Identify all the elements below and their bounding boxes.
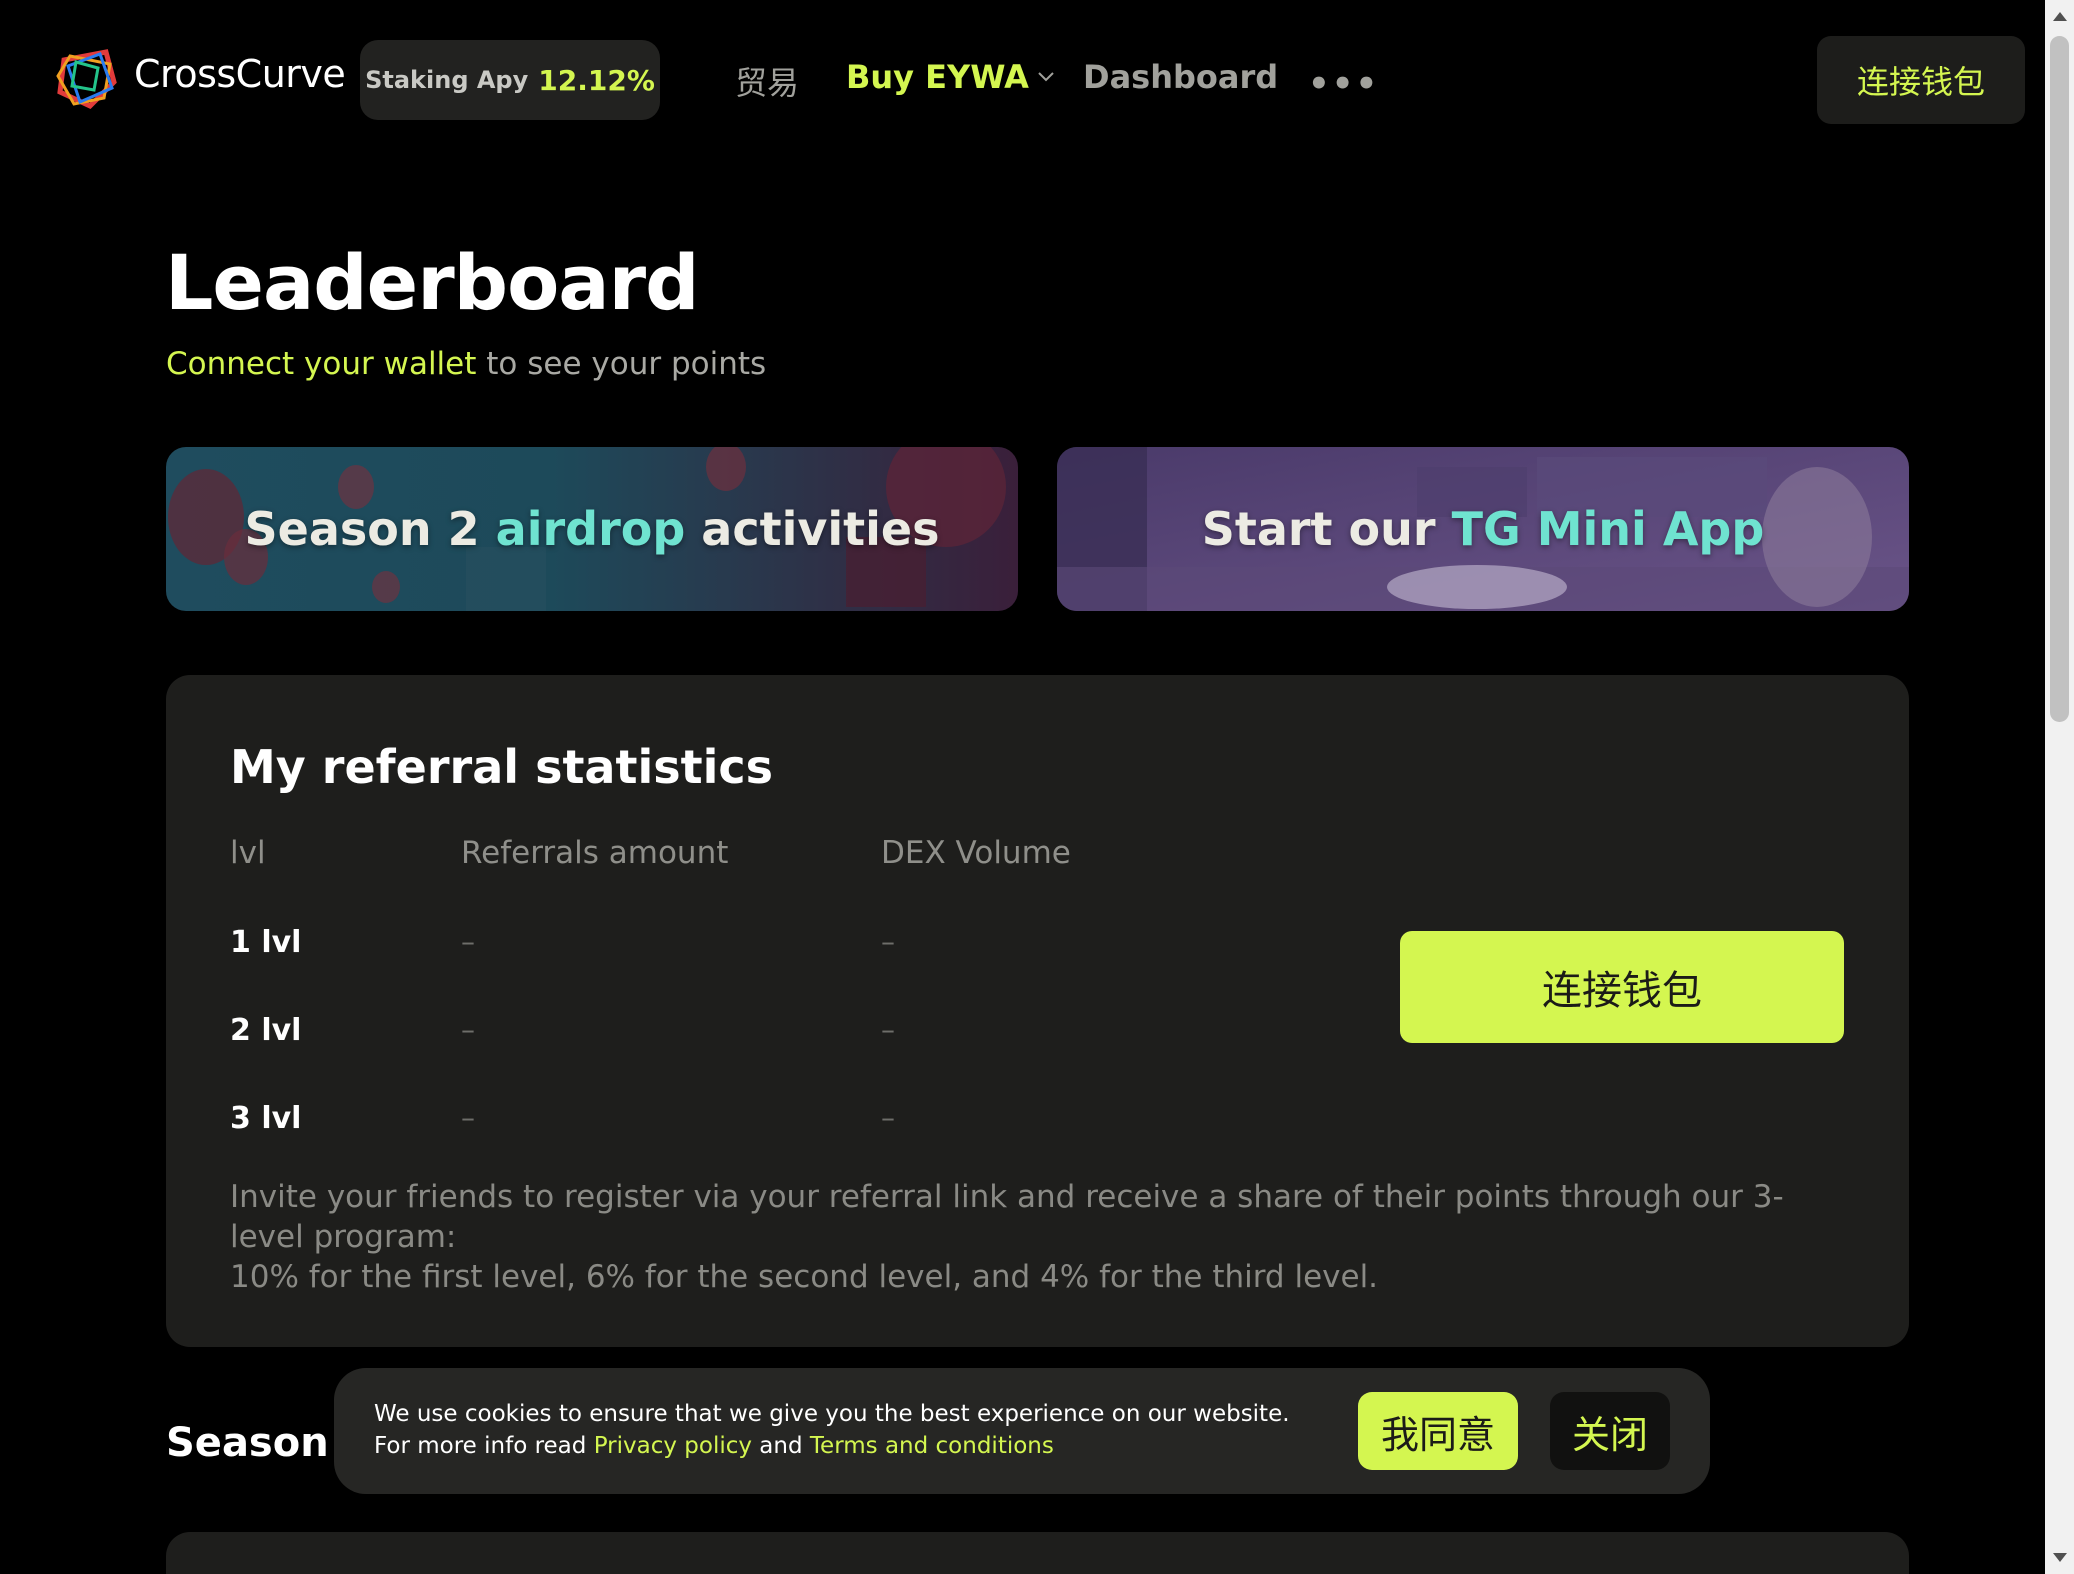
airdrop-banner-prefix: Season 2 — [244, 502, 496, 556]
column-header-dex-volume: DEX Volume — [881, 835, 1071, 871]
referral-description-line-2: 10% for the first level, 6% for the seco… — [230, 1259, 1379, 1295]
page-title: Leaderboard — [165, 238, 699, 327]
level-1-referrals: – — [461, 925, 475, 958]
level-2-volume: – — [881, 1013, 895, 1046]
airdrop-banner-accent: airdrop — [495, 502, 686, 556]
level-3-referrals: – — [461, 1101, 475, 1134]
scroll-up-arrow-icon[interactable] — [2053, 12, 2067, 21]
scroll-down-arrow-icon[interactable] — [2053, 1553, 2067, 1562]
level-1-label: 1 lvl — [230, 925, 302, 960]
crosscurve-logo-icon[interactable] — [50, 42, 122, 114]
referral-description: Invite your friends to register via your… — [230, 1177, 1850, 1297]
more-menu-icon[interactable]: ••• — [1308, 64, 1379, 104]
nav-trade[interactable]: 贸易 — [735, 58, 799, 104]
cookie-consent-banner: We use cookies to ensure that we give yo… — [334, 1368, 1710, 1494]
season-card — [166, 1532, 1909, 1574]
tg-mini-app-banner[interactable]: Start our TG Mini App — [1057, 447, 1909, 611]
chevron-down-icon — [1038, 72, 1054, 82]
level-3-label: 3 lvl — [230, 1101, 302, 1136]
tg-banner-accent: TG Mini App — [1451, 502, 1765, 556]
referral-connect-wallet-button[interactable]: 连接钱包 — [1400, 931, 1844, 1043]
staking-apy-label: Staking Apy — [365, 66, 529, 94]
cookie-close-button[interactable]: 关闭 — [1550, 1392, 1670, 1470]
connect-wallet-link[interactable]: Connect your wallet — [166, 346, 476, 382]
airdrop-banner-suffix: activities — [685, 502, 940, 556]
scrollbar-thumb[interactable] — [2050, 36, 2069, 722]
airdrop-banner-text: Season 2 airdrop activities — [245, 502, 940, 556]
referral-card-title: My referral statistics — [230, 740, 774, 794]
vertical-scrollbar[interactable] — [2045, 0, 2074, 1574]
level-1-volume: – — [881, 925, 895, 958]
staking-apy-pill[interactable]: Staking Apy 12.12% — [360, 40, 660, 120]
staking-apy-value: 12.12% — [538, 63, 655, 97]
referral-description-line-1: Invite your friends to register via your… — [230, 1179, 1784, 1255]
column-header-level: lvl — [230, 835, 266, 871]
cookie-text: We use cookies to ensure that we give yo… — [374, 1398, 1314, 1462]
season-2-airdrop-banner[interactable]: Season 2 airdrop activities — [166, 447, 1018, 611]
tg-banner-prefix: Start our — [1201, 502, 1452, 556]
privacy-policy-link[interactable]: Privacy policy — [594, 1433, 752, 1459]
brand-name[interactable]: CrossCurve — [134, 52, 346, 96]
terms-and-conditions-link[interactable]: Terms and conditions — [810, 1433, 1054, 1459]
subtitle-rest: to see your points — [476, 346, 767, 382]
cookie-agree-button[interactable]: 我同意 — [1358, 1392, 1518, 1470]
page: CrossCurve Staking Apy 12.12% 贸易 Buy EYW… — [0, 0, 2074, 1574]
connect-wallet-button[interactable]: 连接钱包 — [1817, 36, 2025, 124]
nav-buy-eywa[interactable]: Buy EYWA — [846, 58, 1055, 96]
cookie-and: and — [752, 1433, 810, 1459]
level-3-volume: – — [881, 1101, 895, 1134]
level-2-referrals: – — [461, 1013, 475, 1046]
referral-statistics-card: My referral statistics lvl Referrals amo… — [166, 675, 1909, 1347]
nav-buy-eywa-label: Buy EYWA — [846, 58, 1029, 96]
level-2-label: 2 lvl — [230, 1013, 302, 1048]
nav-dashboard[interactable]: Dashboard — [1083, 58, 1278, 96]
tg-banner-text: Start our TG Mini App — [1202, 502, 1765, 556]
column-header-referrals-amount: Referrals amount — [461, 835, 729, 871]
page-subtitle: Connect your wallet to see your points — [166, 346, 766, 382]
